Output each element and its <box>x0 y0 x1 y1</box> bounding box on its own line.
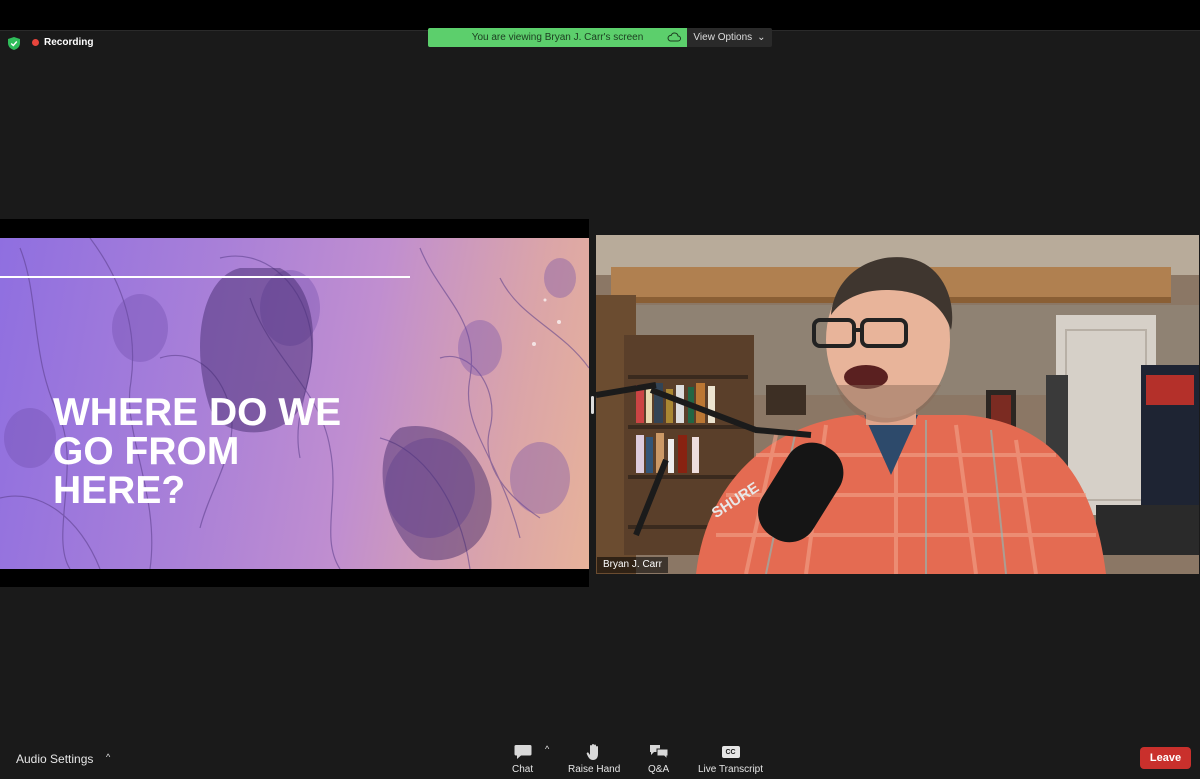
cloud-icon <box>667 32 681 42</box>
recording-dot-icon <box>32 39 39 46</box>
split-divider-handle[interactable] <box>591 396 594 414</box>
leave-button[interactable]: Leave <box>1140 747 1191 769</box>
raise-hand-label: Raise Hand <box>568 764 621 775</box>
qa-bubbles-icon <box>649 742 669 762</box>
closed-caption-icon: CC <box>721 742 740 762</box>
participant-video[interactable]: SHURE <box>596 235 1199 574</box>
audio-settings-button[interactable]: Audio Settings <box>16 752 93 766</box>
slide-title-line: GO FROM <box>53 430 240 473</box>
audio-settings-caret-icon[interactable]: ^ <box>106 752 110 762</box>
view-options-button[interactable]: View Options ⌄ <box>687 28 772 47</box>
chat-caret-icon[interactable]: ^ <box>545 744 549 754</box>
slide-title: WHERE DO WE GO FROM HERE? <box>53 393 393 510</box>
screen-share-banner: You are viewing Bryan J. Carr's screen <box>428 28 687 47</box>
chat-label: Chat <box>512 764 534 775</box>
raise-hand-button[interactable]: Raise Hand <box>568 742 620 775</box>
shared-slide: WHERE DO WE GO FROM HERE? <box>0 238 589 569</box>
screen-share-banner-text: You are viewing Bryan J. Carr's screen <box>471 32 644 43</box>
qa-label: Q&A <box>648 764 670 775</box>
live-transcript-label: Live Transcript <box>698 764 764 775</box>
hand-icon <box>586 742 602 762</box>
cc-text: CC <box>721 746 740 758</box>
recording-indicator[interactable]: Recording <box>32 37 93 48</box>
slide-title-line: HERE? <box>53 469 186 512</box>
view-options-label: View Options <box>693 32 753 43</box>
top-bar <box>0 0 1200 30</box>
qa-button[interactable]: Q&A <box>648 742 669 775</box>
shield-icon[interactable] <box>8 37 20 50</box>
participant-video-frame: SHURE <box>596 235 1199 574</box>
recording-label: Recording <box>44 37 94 48</box>
chat-button[interactable]: Chat <box>512 742 533 775</box>
slide-title-line: WHERE DO WE <box>53 391 342 434</box>
participant-name-tag: Bryan J. Carr <box>597 557 668 573</box>
live-transcript-button[interactable]: CC Live Transcript <box>698 742 763 775</box>
slide-rule <box>0 276 410 278</box>
chat-bubble-icon <box>514 742 532 762</box>
chevron-down-icon: ⌄ <box>757 32 766 43</box>
